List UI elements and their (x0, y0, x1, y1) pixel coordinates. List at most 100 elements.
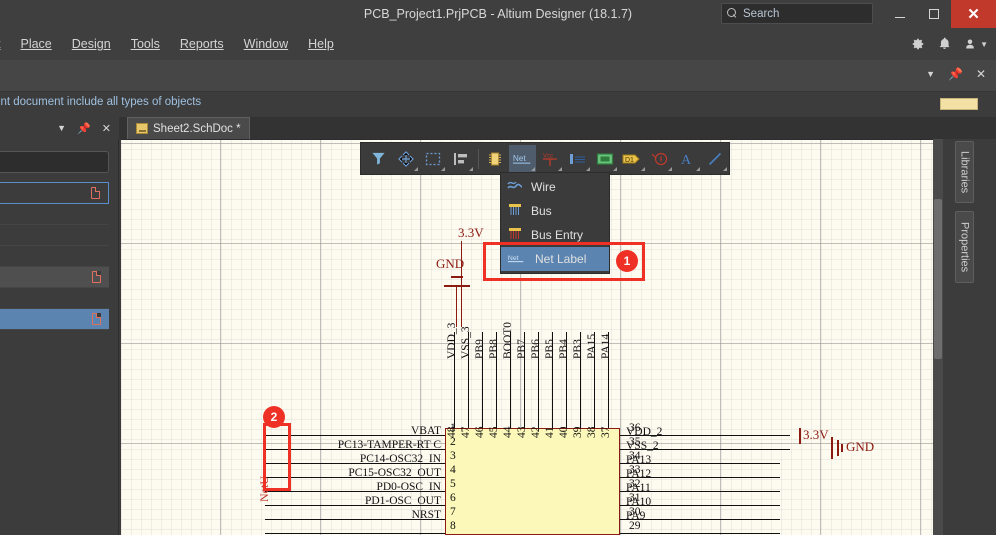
left-panel-search-input[interactable] (0, 151, 109, 173)
placed-net-label[interactable]: NetU (257, 476, 272, 502)
pin-number-top: 42 (530, 426, 542, 439)
chevron-down-icon[interactable] (558, 167, 563, 171)
chevron-down-icon[interactable]: ▼ (980, 40, 988, 49)
menu-item-project[interactable]: t (0, 35, 10, 53)
menu-item-wire[interactable]: Wire (501, 175, 609, 199)
minimize-icon (895, 16, 905, 19)
pin-name-left: NRST (411, 509, 441, 521)
pin-name-top: BOOT0 (502, 321, 514, 359)
close-icon[interactable]: ✕ (976, 67, 986, 81)
selection-rect-icon[interactable] (420, 145, 446, 172)
list-item[interactable] (0, 288, 109, 309)
power-port-vcc-icon[interactable]: Vcc (537, 145, 563, 172)
wire-icon (507, 180, 523, 195)
gear-icon[interactable] (911, 37, 925, 51)
mcu-component-body[interactable] (445, 428, 620, 535)
search-input[interactable]: Search (721, 3, 873, 24)
document-icon (92, 271, 101, 283)
svg-text:Net: Net (508, 254, 519, 261)
align-icon[interactable] (447, 145, 473, 172)
menu-item-window[interactable]: Window (234, 35, 298, 53)
user-icon[interactable] (964, 37, 976, 51)
filter-query-text: urrent document include all types of obj… (0, 96, 202, 108)
pin-icon[interactable]: 📌 (948, 67, 963, 81)
menu-item-reports[interactable]: Reports (170, 35, 234, 53)
net-label-icon[interactable]: Net (509, 145, 536, 172)
chevron-down-icon[interactable]: ▼ (926, 69, 935, 79)
list-item[interactable] (0, 246, 109, 267)
chevron-down-icon[interactable] (640, 167, 645, 171)
title-bar: PCB_Project1.PrjPCB - Altium Designer (1… (0, 0, 996, 28)
maximize-button[interactable] (917, 0, 951, 28)
menu-item-bus[interactable]: Bus (501, 199, 609, 223)
close-button[interactable]: ✕ (951, 0, 996, 28)
menu-item-place[interactable]: Place (10, 35, 61, 53)
filter-icon[interactable] (365, 145, 391, 172)
gnd-stem (456, 285, 458, 327)
chevron-down-icon[interactable] (468, 167, 473, 171)
tab-sheet2-schdoc[interactable]: Sheet2.SchDoc * (127, 117, 250, 139)
power-port-label-3v3-right[interactable]: 3.3V (803, 427, 829, 443)
minimize-button[interactable] (883, 0, 917, 28)
pin-stem-left (265, 533, 445, 535)
pin-number-top: 40 (558, 426, 570, 439)
list-item[interactable] (0, 182, 109, 204)
pin-number-right: 34 (629, 450, 641, 462)
pin-name-left: PD1-OSC_OUT (364, 495, 441, 507)
menu-item-help[interactable]: Help (298, 35, 344, 53)
power-port-label-gnd[interactable]: GND (436, 256, 464, 272)
pin-name-top: PB9 (474, 339, 486, 359)
designator-icon[interactable]: D1 (619, 145, 645, 172)
filter-color-swatch[interactable] (940, 98, 978, 110)
list-item[interactable] (0, 204, 109, 225)
port-icon[interactable] (564, 145, 590, 172)
chevron-down-icon[interactable] (613, 167, 618, 171)
sidebar-tab-libraries[interactable]: Libraries (955, 141, 974, 203)
pin-number-top: 39 (572, 426, 584, 439)
chevron-down-icon[interactable] (441, 167, 446, 171)
menu-item-bus-entry[interactable]: Bus Entry (501, 223, 609, 247)
pin-name-left: VBAT (410, 425, 441, 437)
power-port-label-gnd-right[interactable]: GND (846, 439, 874, 455)
ic-component-icon[interactable] (482, 145, 508, 172)
pin-name-top: PB7 (516, 339, 528, 359)
chevron-down-icon[interactable] (695, 167, 700, 171)
sheet-symbol-icon[interactable] (592, 145, 618, 172)
search-icon (727, 8, 738, 19)
pin-number-top: 44 (502, 426, 514, 439)
chevron-down-icon[interactable] (413, 167, 418, 171)
pin-number-right: 32 (629, 478, 641, 490)
power-port-label-3v3[interactable]: 3.3V (458, 225, 484, 241)
chevron-down-icon[interactable] (723, 167, 728, 171)
pin-name-top: PB4 (558, 339, 570, 359)
menu-item-tools[interactable]: Tools (121, 35, 170, 53)
menu-item-design[interactable]: Design (62, 35, 121, 53)
close-icon[interactable]: ✕ (102, 122, 111, 135)
pin-name-top: VSS_3 (460, 326, 472, 359)
chevron-down-icon[interactable] (530, 167, 535, 171)
pin-icon[interactable]: 📌 (77, 122, 91, 135)
tab-label: Sheet2.SchDoc * (153, 122, 241, 135)
pin-number-top: 37 (600, 426, 612, 439)
crosshair-move-icon[interactable] (392, 145, 418, 172)
pin-number-right: 31 (629, 492, 641, 504)
list-item[interactable] (0, 225, 109, 246)
scrollbar-thumb[interactable] (934, 199, 942, 359)
pin-name-left: PC14-OSC32_IN (359, 453, 441, 465)
list-item[interactable] (0, 309, 109, 330)
chevron-down-icon[interactable] (585, 167, 590, 171)
chevron-down-icon[interactable]: ▼ (57, 123, 66, 133)
menu-right-icons: ▼ (911, 28, 988, 60)
menu-item-net-label[interactable]: Net Net Label (501, 247, 609, 271)
power-port-3v3-bar (799, 428, 801, 444)
pin-number-right: 29 (629, 520, 641, 532)
list-item[interactable] (0, 267, 109, 288)
canvas-vertical-scrollbar[interactable] (933, 139, 943, 535)
line-icon[interactable] (702, 145, 728, 172)
no-erc-icon[interactable] (647, 145, 673, 172)
chevron-down-icon[interactable] (668, 167, 673, 171)
filter-query-bar: urrent document include all types of obj… (0, 92, 996, 117)
bell-icon[interactable] (938, 37, 951, 51)
text-string-icon[interactable]: A (674, 145, 700, 172)
sidebar-tab-properties[interactable]: Properties (955, 211, 974, 283)
